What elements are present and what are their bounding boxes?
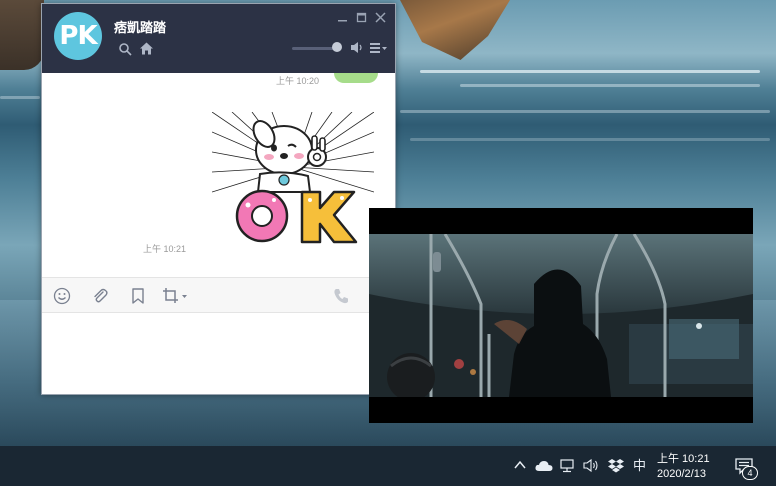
dropbox-icon[interactable]	[608, 458, 624, 473]
clock-time[interactable]: 上午 10:21	[657, 450, 710, 466]
avatar[interactable]: PK	[54, 12, 102, 60]
cloud-icon[interactable]	[535, 459, 553, 472]
chat-header: PK 痞凱踏踏	[42, 4, 395, 73]
ime-indicator[interactable]: 中	[633, 458, 646, 474]
phone-icon[interactable]	[332, 287, 350, 305]
ok-sticker[interactable]	[212, 112, 374, 250]
clock-date[interactable]: 2020/2/13	[657, 468, 706, 480]
search-icon[interactable]	[118, 42, 132, 56]
chevron-up-icon[interactable]	[513, 458, 527, 472]
notification-badge: 4	[742, 466, 758, 480]
bookmark-icon[interactable]	[129, 287, 147, 305]
chat-toolbar	[42, 277, 395, 313]
home-icon[interactable]	[139, 41, 154, 56]
wallpaper-rock	[0, 0, 44, 70]
message-bubble[interactable]	[334, 73, 378, 83]
video-frame	[369, 234, 753, 397]
speaker-icon[interactable]	[350, 41, 364, 54]
message-timestamp: 上午 10:20	[276, 76, 320, 86]
maximize-icon[interactable]	[356, 12, 367, 23]
wallpaper-cliff	[400, 0, 510, 60]
message-timestamp: 上午 10:21	[143, 244, 187, 254]
minimize-icon[interactable]	[337, 12, 348, 23]
attach-icon[interactable]	[91, 287, 109, 305]
chat-window[interactable]: PK 痞凱踏踏 上午 10:20 上午 10:21	[41, 3, 396, 395]
message-list[interactable]: 上午 10:20 上午 10:21	[42, 73, 395, 277]
volume-icon[interactable]	[583, 458, 600, 473]
chat-title: 痞凱踏踏	[114, 20, 167, 35]
taskbar: 中 上午 10:21 2020/2/13	[0, 446, 776, 486]
close-icon[interactable]	[375, 12, 386, 23]
message-input[interactable]	[42, 313, 395, 394]
network-icon[interactable]	[560, 458, 576, 473]
video-player[interactable]	[369, 208, 753, 423]
avatar-text: PK	[59, 21, 97, 51]
crop-icon[interactable]	[162, 287, 190, 305]
emoji-icon[interactable]	[53, 287, 71, 305]
volume-slider-handle[interactable]	[332, 42, 342, 52]
menu-icon[interactable]	[370, 42, 388, 54]
